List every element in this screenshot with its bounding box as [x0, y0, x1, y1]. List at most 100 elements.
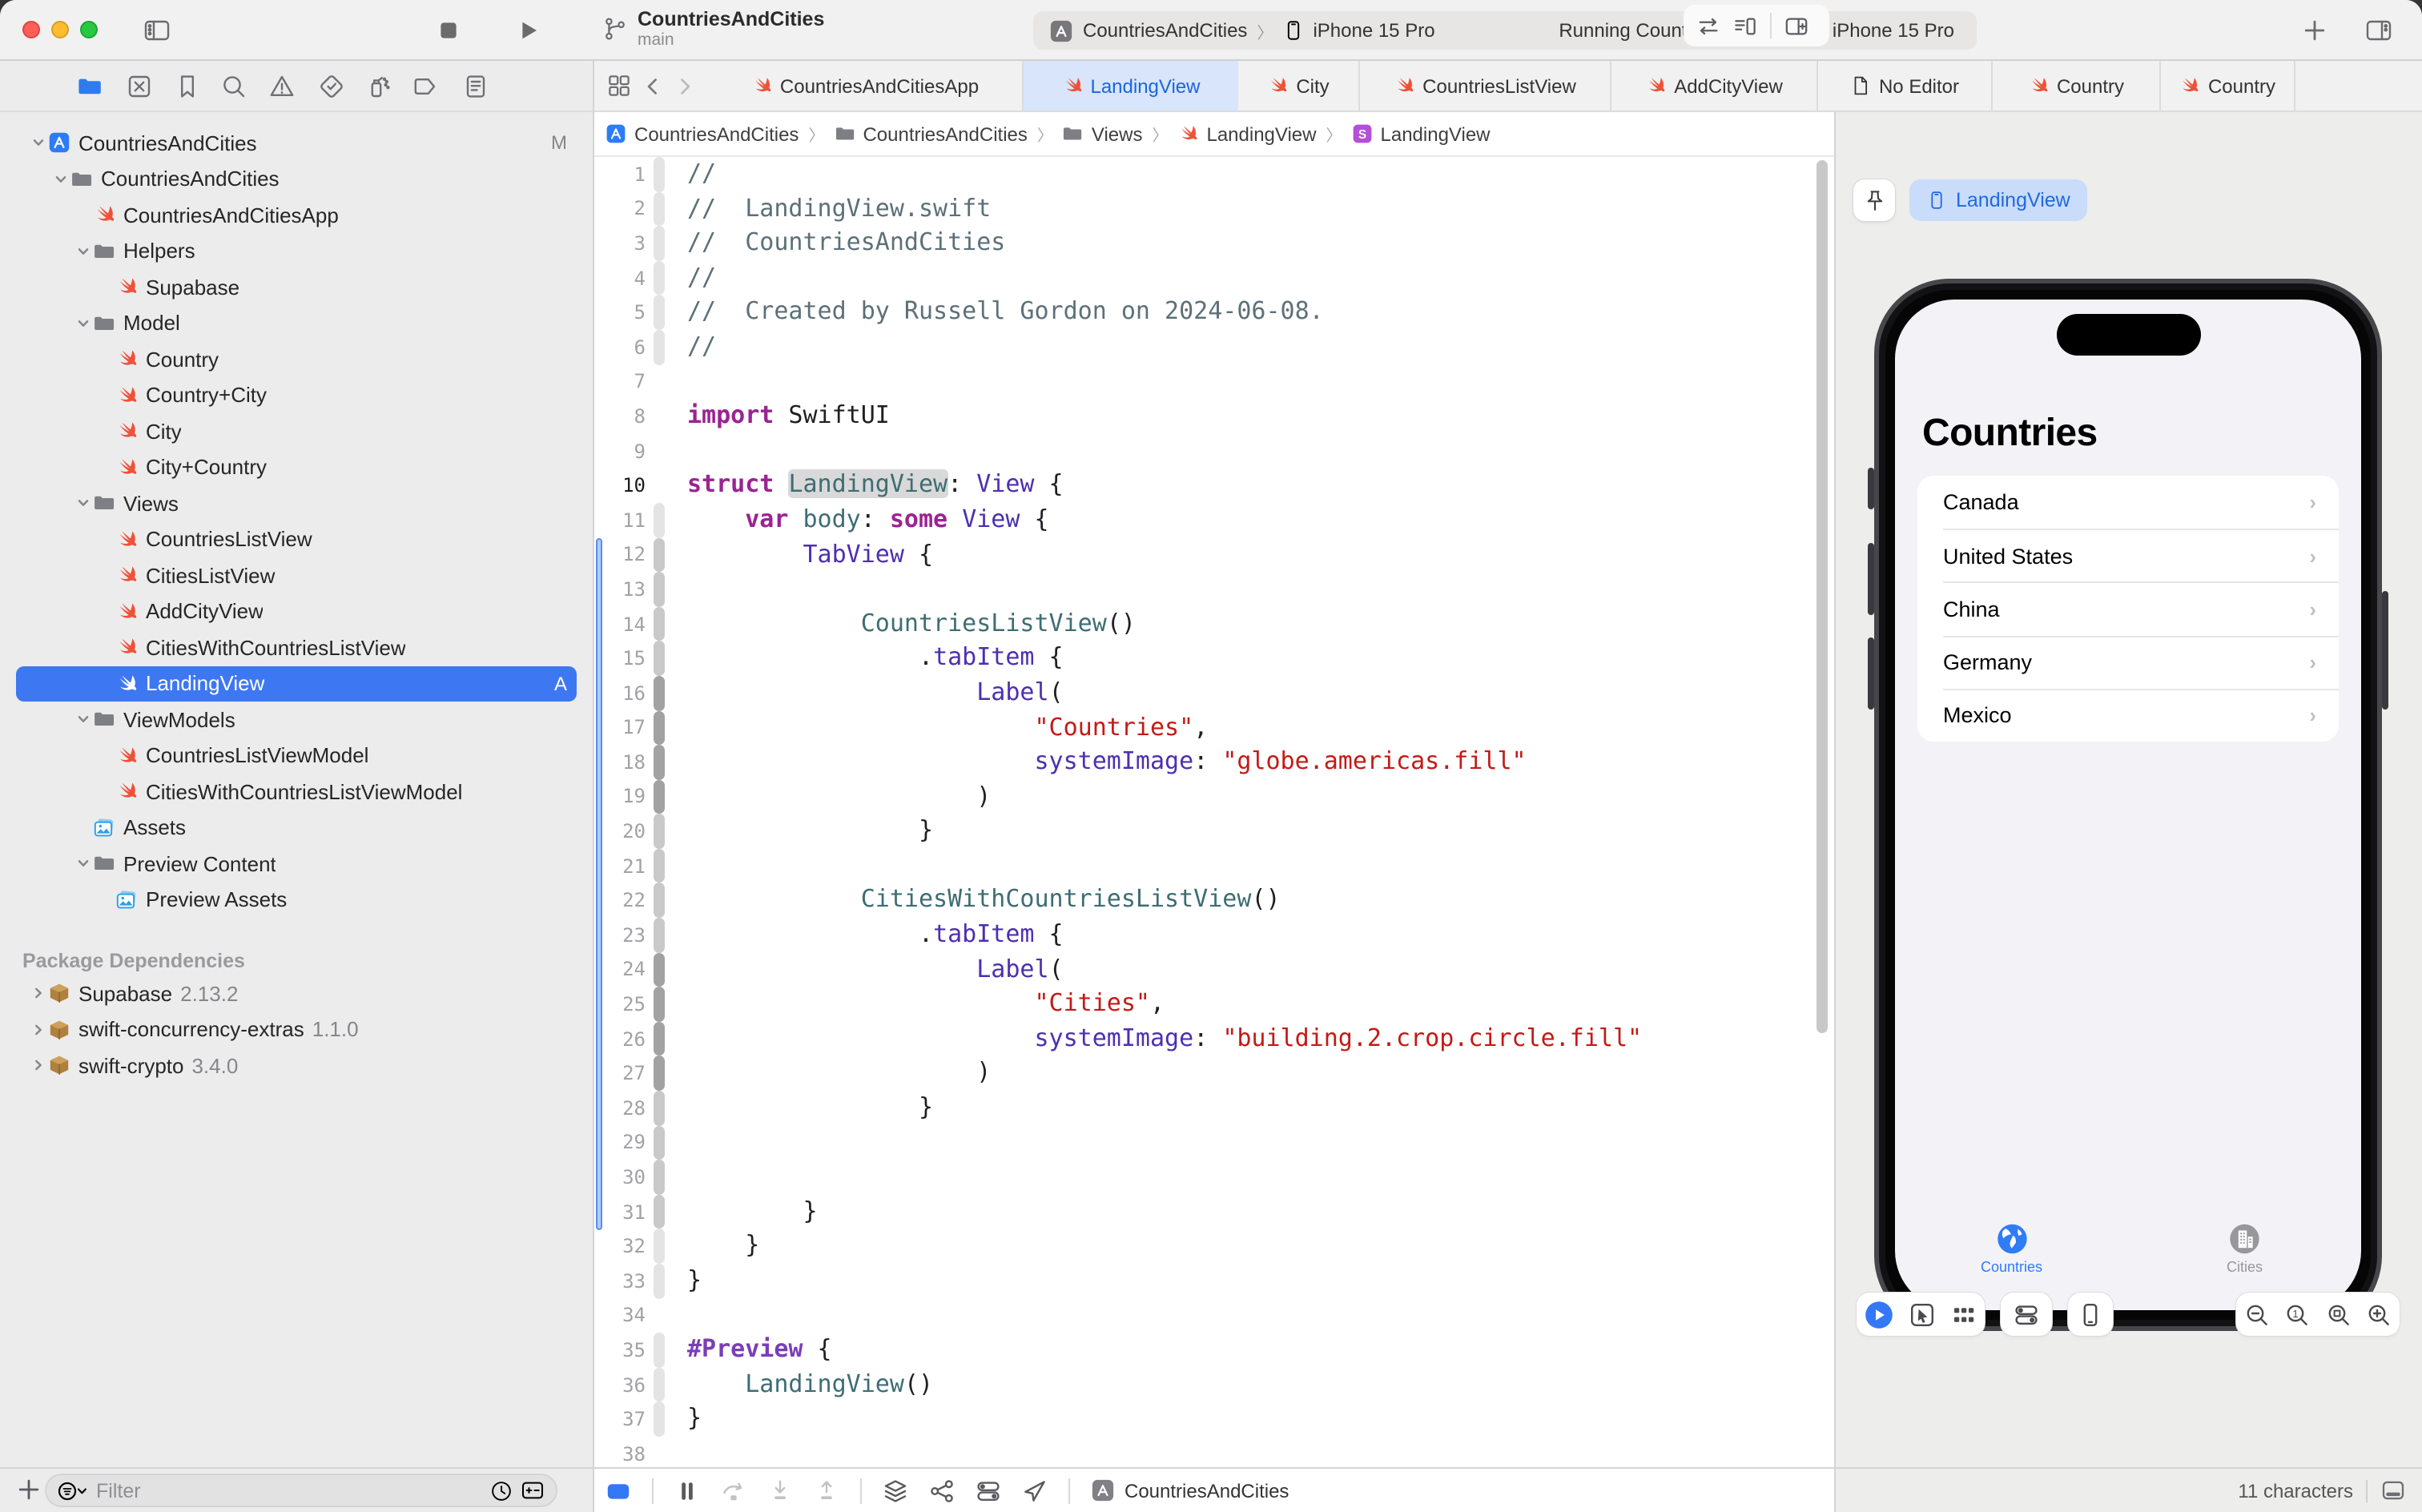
code-line[interactable]: 22 CitiesWithCountriesListView()	[593, 883, 1834, 918]
tab-countriesandcitiesapp[interactable]: CountriesAndCitiesApp	[708, 61, 1024, 111]
code-line[interactable]: 13	[593, 572, 1834, 606]
code-line[interactable]: 7	[593, 364, 1834, 399]
code-line[interactable]: 23 .tabItem {	[593, 918, 1834, 952]
run-button[interactable]	[516, 18, 541, 43]
code-line[interactable]: 8import SwiftUI	[593, 399, 1834, 433]
stop-button[interactable]	[436, 18, 461, 43]
navigator-issues-icon[interactable]	[269, 74, 295, 99]
code-line[interactable]: 9	[593, 434, 1834, 468]
code-line[interactable]: 25 "Cities",	[593, 987, 1834, 1022]
code-line[interactable]: 19 )	[593, 779, 1834, 814]
code-line[interactable]: 14 CountriesListView()	[593, 606, 1834, 641]
disclosure-chevron-icon[interactable]	[29, 135, 48, 151]
zoom-in-icon[interactable]	[2367, 1301, 2392, 1327]
code-line[interactable]: 24 Label(	[593, 952, 1834, 987]
zoom-fit-icon[interactable]	[2326, 1301, 2352, 1327]
go-forward-icon[interactable]	[674, 74, 695, 97]
sidebar-item-countrieslistviewmodel[interactable]: CountriesListViewModel	[16, 738, 577, 774]
swap-editors-icon[interactable]	[1696, 14, 1720, 38]
code-line[interactable]: 2// LandingView.swift	[593, 191, 1834, 226]
sidebar-item-landingview[interactable]: LandingViewA	[16, 666, 577, 702]
package-item-swift-crypto[interactable]: swift-crypto3.4.0	[16, 1048, 577, 1084]
simulate-location-icon[interactable]	[1022, 1478, 1048, 1503]
code-line[interactable]: 5// Created by Russell Gordon on 2024-06…	[593, 296, 1834, 330]
code-line[interactable]: 15 .tabItem {	[593, 641, 1834, 676]
code-line[interactable]: 28 }	[593, 1091, 1834, 1125]
code-line[interactable]: 32 }	[593, 1229, 1834, 1264]
sidebar-item-countriesandcities[interactable]: CountriesAndCitiesM	[16, 125, 577, 161]
navigator-find-icon[interactable]	[221, 74, 247, 99]
run-destination[interactable]: iPhone 15 Pro	[1313, 19, 1434, 42]
code-line[interactable]: 34	[593, 1298, 1834, 1333]
breakpoints-toggle-icon[interactable]	[674, 1478, 700, 1503]
device-icon[interactable]	[2078, 1301, 2103, 1327]
disclosure-chevron-icon[interactable]	[74, 243, 93, 259]
scheme-project-info[interactable]: CountriesAndCities main	[602, 8, 824, 50]
device-settings-icon[interactable]	[2014, 1301, 2039, 1327]
navigator-breakpoints-icon[interactable]	[412, 74, 437, 99]
phone-tab-cities[interactable]: Cities	[2227, 1222, 2263, 1275]
disclosure-chevron-icon[interactable]	[29, 1022, 48, 1038]
navigator-project-icon[interactable]	[77, 74, 103, 99]
related-items-icon[interactable]	[607, 74, 631, 98]
code-line[interactable]: 36 LandingView()	[593, 1368, 1834, 1402]
sidebar-item-citieswithcountrieslistviewmodel[interactable]: CitiesWithCountriesListViewModel	[16, 774, 577, 810]
sidebar-item-country[interactable]: Country	[16, 341, 577, 377]
add-item-button[interactable]	[16, 1477, 42, 1502]
code-line[interactable]: 16 Label(	[593, 676, 1834, 710]
sidebar-item-city[interactable]: City	[16, 413, 577, 449]
tab-country[interactable]: Country	[2161, 61, 2295, 111]
code-line[interactable]: 27 )	[593, 1056, 1834, 1091]
add-editor-icon[interactable]	[1784, 14, 1808, 38]
tab-landingview[interactable]: LandingView	[1024, 61, 1238, 111]
country-row-united-states[interactable]: United States›	[1943, 529, 2339, 581]
zoom-out-icon[interactable]	[2244, 1301, 2270, 1327]
sidebar-item-viewmodels[interactable]: ViewModels	[16, 702, 577, 738]
country-row-mexico[interactable]: Mexico›	[1943, 689, 2339, 742]
breadcrumb-item[interactable]: Views	[1092, 123, 1143, 145]
editor-options-icon[interactable]	[2380, 1478, 2406, 1502]
tab-no-editor[interactable]: No Editor	[1818, 61, 1993, 111]
code-line[interactable]: 12 TabView {	[593, 537, 1834, 572]
step-into-icon[interactable]	[767, 1478, 793, 1503]
sidebar-item-city-country[interactable]: City+Country	[16, 449, 577, 485]
tab-addcityview[interactable]: AddCityView	[1611, 61, 1818, 111]
sidebar-item-citieswithcountrieslistview[interactable]: CitiesWithCountriesListView	[16, 629, 577, 666]
package-item-supabase[interactable]: Supabase2.13.2	[16, 975, 577, 1011]
breadcrumb-item[interactable]: CountriesAndCities	[634, 123, 799, 145]
sidebar-item-preview-content[interactable]: Preview Content	[16, 846, 577, 882]
new-tab-button[interactable]	[2302, 18, 2327, 43]
code-line[interactable]: 10struct LandingView: View {	[593, 468, 1834, 503]
code-line[interactable]: 6//	[593, 330, 1834, 364]
sidebar-item-addcityview[interactable]: AddCityView	[16, 593, 577, 629]
running-process[interactable]: CountriesAndCities	[1091, 1478, 1289, 1502]
zoom-button[interactable]	[80, 21, 98, 38]
view-hierarchy-icon[interactable]	[883, 1478, 908, 1503]
code-line[interactable]: 29	[593, 1125, 1834, 1160]
memory-graph-icon[interactable]	[929, 1478, 955, 1503]
step-over-icon[interactable]	[721, 1478, 746, 1503]
code-line[interactable]: 20 }	[593, 814, 1834, 849]
breadcrumb-item[interactable]: LandingView	[1381, 123, 1491, 145]
editor-list-icon[interactable]	[1733, 14, 1757, 38]
country-row-canada[interactable]: Canada›	[1917, 476, 2339, 529]
code-line[interactable]: 3// CountriesAndCities	[593, 226, 1834, 260]
zoom-100-icon[interactable]: 1	[2285, 1301, 2311, 1327]
selectable-preview-icon[interactable]	[1909, 1301, 1935, 1327]
debug-area-toggle-icon[interactable]	[606, 1478, 631, 1503]
sidebar-divider[interactable]	[593, 61, 594, 1512]
code-line[interactable]: 18 systemImage: "globe.americas.fill"	[593, 745, 1834, 779]
disclosure-chevron-icon[interactable]	[51, 171, 70, 187]
country-row-germany[interactable]: Germany›	[1943, 635, 2339, 688]
navigator-bookmarks-icon[interactable]	[175, 74, 200, 99]
breadcrumb-item[interactable]: CountriesAndCities	[863, 123, 1027, 145]
minimize-button[interactable]	[51, 21, 69, 38]
navigator-reports-icon[interactable]	[463, 74, 489, 99]
code-line[interactable]: 1//	[593, 157, 1834, 191]
iphone-screen[interactable]: Countries Canada›United States›China›Ger…	[1895, 300, 2361, 1310]
disclosure-chevron-icon[interactable]	[74, 496, 93, 512]
sidebar-item-assets[interactable]: Assets	[16, 810, 577, 846]
tab-country[interactable]: Country	[1993, 61, 2161, 111]
code-line[interactable]: 26 systemImage: "building.2.crop.circle.…	[593, 1022, 1834, 1056]
variants-icon[interactable]	[1951, 1301, 1977, 1327]
